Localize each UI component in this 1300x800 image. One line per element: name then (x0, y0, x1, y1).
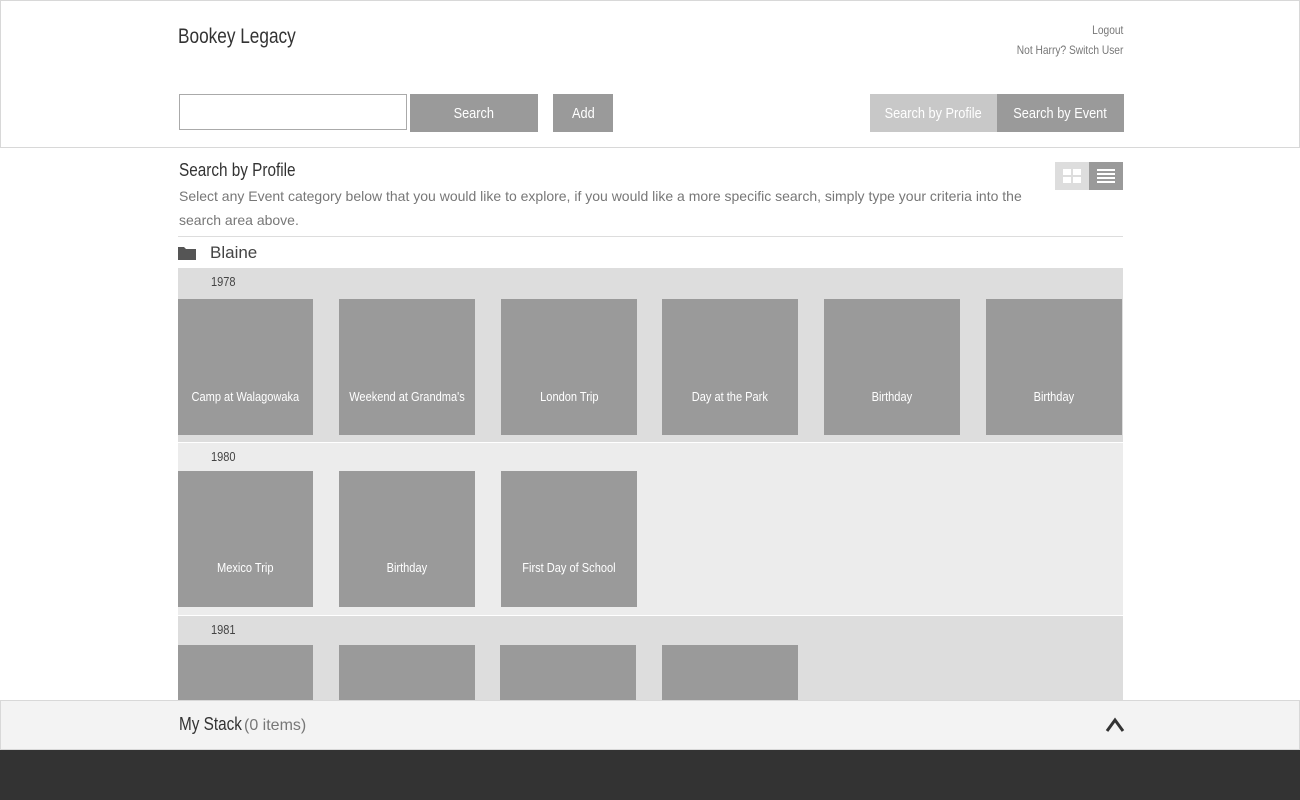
app-header: Bookey Legacy Logout Not Harry? Switch U… (0, 0, 1300, 80)
search-by-event-label: Search by Event (1013, 104, 1108, 122)
event-title: Day at the Park (691, 389, 769, 404)
add-button-label: Add (571, 104, 595, 122)
search-by-event-button[interactable]: Search by Event (997, 94, 1124, 132)
year-group: 1978 Camp at Walagowaka Weekend at Grand… (178, 268, 1123, 442)
search-by-profile-label: Search by Profile (884, 104, 983, 122)
event-tile[interactable]: Birthday (339, 471, 475, 607)
year-group: 1980 Mexico Trip Birthday First Day of S… (178, 443, 1123, 615)
event-title: Weekend at Grandma's (349, 389, 465, 404)
search-by-profile-button[interactable]: Search by Profile (870, 94, 997, 132)
event-tile[interactable]: Day at the Park (662, 299, 798, 435)
year-label: 1978 (211, 274, 236, 289)
footer (0, 750, 1300, 800)
search-button-label: Search (453, 104, 495, 122)
year-group: 1981 (178, 616, 1123, 700)
search-bar: Search Add Search by Profile Search by E… (0, 79, 1300, 148)
event-tile[interactable]: London Trip (501, 299, 637, 435)
grid-view-icon (1063, 169, 1081, 183)
divider (178, 236, 1123, 237)
event-title: Birthday (871, 389, 913, 404)
section-title: Search by Profile (179, 160, 296, 180)
event-tile[interactable]: Birthday (986, 299, 1122, 435)
my-stack-count: (0 items) (244, 717, 307, 734)
event-title: Mexico Trip (216, 560, 274, 575)
year-label: 1980 (211, 449, 236, 464)
search-button[interactable]: Search (410, 94, 538, 132)
list-view-icon (1097, 169, 1115, 183)
profile-folder[interactable]: Blaine (178, 242, 257, 264)
add-button[interactable]: Add (553, 94, 613, 132)
event-title: Birthday (1033, 389, 1075, 404)
event-tile[interactable] (662, 645, 798, 700)
section-description: Select any Event category below that you… (179, 188, 1022, 228)
list-view-button[interactable] (1089, 162, 1123, 190)
switch-user-link[interactable]: Not Harry? Switch User (1016, 40, 1123, 60)
search-input[interactable] (179, 94, 407, 130)
view-toggle (1055, 162, 1123, 190)
event-tile[interactable]: Camp at Walagowaka (178, 299, 313, 435)
grid-view-button[interactable] (1055, 162, 1089, 190)
event-title: First Day of School (522, 560, 616, 575)
folder-icon (178, 247, 196, 260)
year-label: 1981 (211, 622, 236, 637)
event-tile[interactable]: Mexico Trip (178, 471, 313, 607)
event-title: Camp at Walagowaka (191, 389, 299, 404)
event-title: London Trip (539, 389, 599, 404)
event-tile[interactable] (178, 645, 313, 700)
event-tile[interactable]: First Day of School (501, 471, 637, 607)
event-tile[interactable] (339, 645, 475, 700)
my-stack-bar: My Stack (0 items) (0, 700, 1300, 750)
chevron-up-icon (1105, 717, 1125, 732)
event-tile[interactable]: Weekend at Grandma's (339, 299, 475, 435)
main-content: Search by Profile Select any Event categ… (178, 148, 1123, 700)
profile-name: Blaine (210, 243, 258, 262)
stack-expand-button[interactable] (1105, 715, 1125, 735)
logout-link[interactable]: Logout (1016, 20, 1123, 40)
event-tile[interactable] (500, 645, 636, 700)
account-links: Logout Not Harry? Switch User (998, 20, 1123, 60)
my-stack-title: My Stack (179, 714, 242, 734)
event-title: Birthday (386, 560, 428, 575)
brand-title: Bookey Legacy (178, 25, 296, 48)
event-tile[interactable]: Birthday (824, 299, 960, 435)
